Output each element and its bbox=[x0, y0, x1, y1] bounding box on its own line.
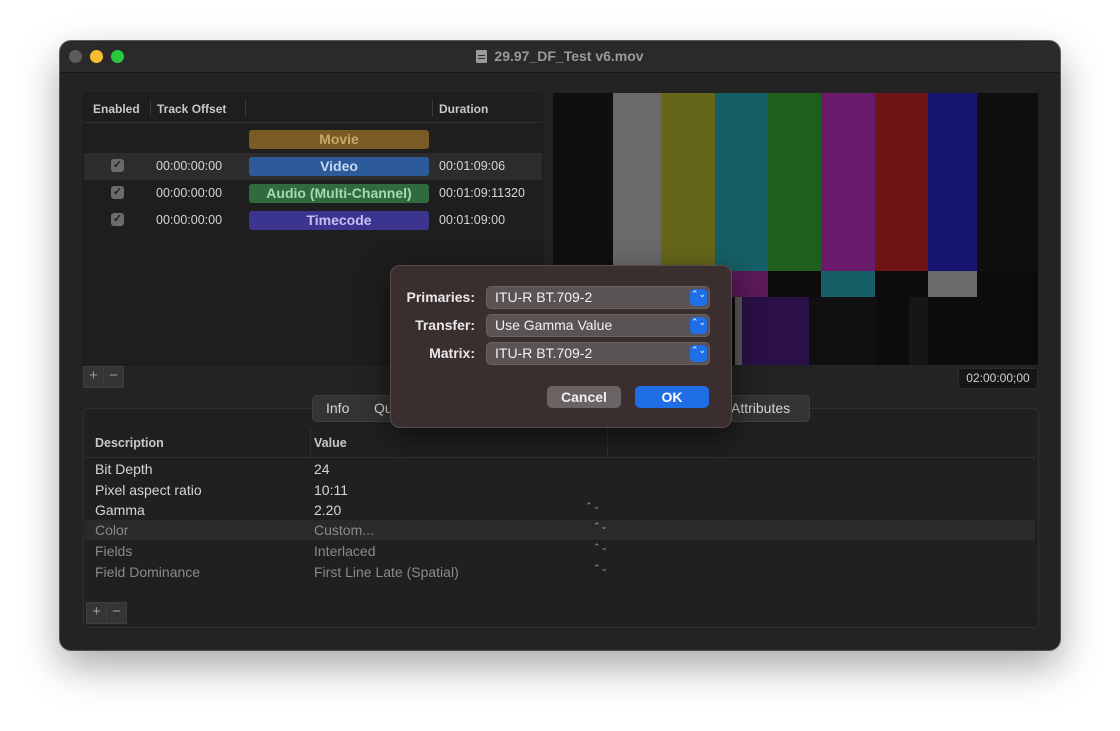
primaries-value: ITU-R BT.709-2 bbox=[495, 289, 593, 305]
matrix-value: ITU-R BT.709-2 bbox=[495, 345, 593, 361]
matrix-select[interactable]: ITU-R BT.709-2 ⌃⌄ bbox=[486, 342, 710, 365]
header-separator bbox=[607, 427, 608, 457]
row-value[interactable]: Custom... bbox=[314, 522, 374, 538]
cancel-button[interactable]: Cancel bbox=[547, 386, 621, 408]
track-row-timecode[interactable]: ✓ 00:00:00:00 Timecode 00:01:09:00 bbox=[84, 207, 542, 234]
color-bar bbox=[821, 93, 875, 271]
tab-info[interactable]: Info bbox=[326, 400, 349, 416]
row-value[interactable]: First Line Late (Spatial) bbox=[314, 564, 459, 580]
header-description[interactable]: Description bbox=[95, 436, 164, 450]
track-offset: 00:00:00:00 bbox=[156, 186, 223, 200]
row-description: Bit Depth bbox=[95, 461, 153, 477]
color-bar bbox=[661, 93, 715, 271]
row-value[interactable]: 2.20 bbox=[314, 502, 341, 518]
tab-attributes[interactable]: Attributes bbox=[731, 400, 790, 416]
color-bar bbox=[613, 93, 661, 271]
track-row-audio[interactable]: ✓ 00:00:00:00 Audio (Multi-Channel) 00:0… bbox=[84, 180, 542, 207]
timecode-display: 02:00:00;00 bbox=[958, 368, 1038, 389]
track-enabled-checkbox[interactable]: ✓ bbox=[111, 159, 124, 172]
track-pill-audio[interactable]: Audio (Multi-Channel) bbox=[249, 184, 429, 203]
chevron-updown-icon: ⌃⌄ bbox=[690, 345, 707, 362]
transfer-label: Transfer: bbox=[415, 317, 475, 333]
row-description: Field Dominance bbox=[95, 564, 201, 580]
window-title: 29.97_DF_Test v6.mov bbox=[494, 48, 644, 64]
header-separator bbox=[310, 427, 311, 457]
color-settings-dialog: Primaries: ITU-R BT.709-2 ⌃⌄ Transfer: U… bbox=[390, 265, 732, 428]
track-enabled-checkbox[interactable]: ✓ bbox=[111, 186, 124, 199]
popup-chevron-icon[interactable]: ⌃⌄ bbox=[593, 522, 608, 531]
matrix-label: Matrix: bbox=[429, 345, 475, 361]
track-pill-movie[interactable]: Movie bbox=[249, 130, 429, 149]
info-row-pixel-aspect[interactable]: Pixel aspect ratio 10:11 bbox=[85, 480, 1035, 500]
row-value: 24 bbox=[314, 461, 330, 477]
track-enabled-checkbox[interactable]: ✓ bbox=[111, 213, 124, 226]
chevron-updown-icon: ⌃⌄ bbox=[690, 289, 707, 306]
popup-chevron-icon[interactable]: ⌃⌄ bbox=[593, 564, 608, 573]
info-row-fields[interactable]: Fields Interlaced ⌃⌄ bbox=[85, 541, 1035, 561]
color-bar bbox=[809, 297, 877, 365]
add-track-button[interactable]: + bbox=[83, 366, 104, 388]
track-offset: 00:00:00:00 bbox=[156, 159, 223, 173]
header-separator bbox=[432, 100, 433, 116]
header-separator bbox=[150, 100, 151, 116]
color-bar bbox=[875, 93, 928, 271]
document-icon bbox=[476, 50, 488, 63]
color-bar bbox=[553, 93, 613, 271]
row-description: Fields bbox=[95, 543, 133, 559]
info-row-color[interactable]: Color Custom... ⌃⌄ bbox=[85, 520, 1035, 540]
window-title-wrap: 29.97_DF_Test v6.mov bbox=[60, 48, 1060, 64]
primaries-select[interactable]: ITU-R BT.709-2 ⌃⌄ bbox=[486, 286, 710, 309]
popup-chevron-icon[interactable]: ⌃⌄ bbox=[585, 502, 600, 511]
row-description: Pixel aspect ratio bbox=[95, 482, 202, 498]
track-row-video[interactable]: ✓ 00:00:00:00 Video 00:01:09:06 bbox=[84, 153, 542, 180]
color-bar bbox=[742, 297, 809, 365]
info-row-gamma[interactable]: Gamma 2.20 ⌃⌄ bbox=[85, 500, 1035, 520]
track-duration: 00:01:09:11320 bbox=[439, 186, 525, 200]
transfer-select[interactable]: Use Gamma Value ⌃⌄ bbox=[486, 314, 710, 337]
header-value[interactable]: Value bbox=[314, 436, 347, 450]
primaries-label: Primaries: bbox=[406, 289, 475, 305]
track-offset: 00:00:00:00 bbox=[156, 213, 223, 227]
color-bar bbox=[928, 271, 977, 297]
color-bar bbox=[821, 271, 875, 297]
ok-button[interactable]: OK bbox=[635, 386, 709, 408]
popup-chevron-icon[interactable]: ⌃⌄ bbox=[593, 543, 608, 552]
chevron-updown-icon: ⌃⌄ bbox=[690, 317, 707, 334]
tracks-header: Enabled Track Offset Duration bbox=[84, 94, 542, 123]
track-pill-video[interactable]: Video bbox=[249, 157, 429, 176]
info-row-bit-depth[interactable]: Bit Depth 24 bbox=[85, 459, 1035, 479]
header-enabled[interactable]: Enabled bbox=[93, 102, 140, 116]
row-value[interactable]: Interlaced bbox=[314, 543, 375, 559]
row-description: Color bbox=[95, 522, 129, 538]
track-pill-timecode[interactable]: Timecode bbox=[249, 211, 429, 230]
remove-attribute-button[interactable]: − bbox=[106, 602, 127, 624]
info-row-field-dominance[interactable]: Field Dominance First Line Late (Spatial… bbox=[85, 562, 1035, 582]
color-bar bbox=[768, 93, 821, 271]
color-bar bbox=[928, 93, 977, 271]
color-bar bbox=[715, 93, 768, 271]
header-track-offset[interactable]: Track Offset bbox=[157, 102, 226, 116]
color-bar bbox=[735, 297, 742, 365]
color-bar bbox=[977, 93, 1038, 271]
track-duration: 00:01:09:00 bbox=[439, 213, 506, 227]
add-attribute-button[interactable]: + bbox=[86, 602, 107, 624]
row-value: 10:11 bbox=[314, 482, 348, 498]
color-bar bbox=[909, 297, 928, 365]
info-table-header: Description Value bbox=[85, 427, 1035, 458]
remove-track-button[interactable]: − bbox=[103, 366, 124, 388]
track-duration: 00:01:09:06 bbox=[439, 159, 506, 173]
track-row-movie[interactable]: Movie bbox=[84, 126, 542, 153]
header-separator bbox=[245, 100, 246, 116]
title-bar[interactable]: 29.97_DF_Test v6.mov bbox=[60, 41, 1060, 73]
transfer-value: Use Gamma Value bbox=[495, 317, 613, 333]
header-duration[interactable]: Duration bbox=[439, 102, 488, 116]
row-description: Gamma bbox=[95, 502, 145, 518]
